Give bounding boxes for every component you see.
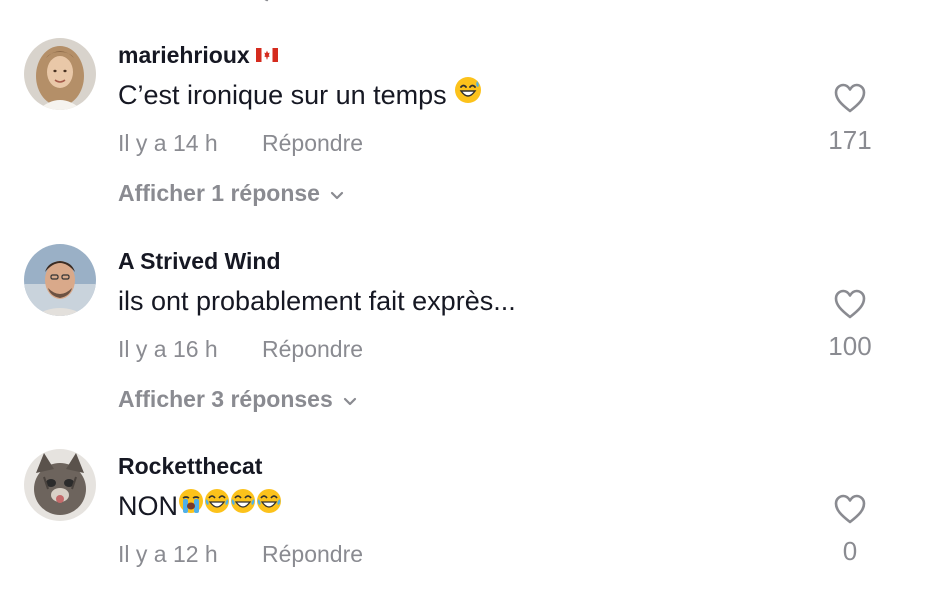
username[interactable]: mariehrioux: [118, 42, 278, 69]
tears-of-joy-emoji-icon: [256, 488, 282, 521]
like-count: 0: [842, 536, 858, 566]
sweat-smile-emoji-icon: [454, 76, 482, 111]
like-count: 100: [828, 331, 872, 361]
reply-button[interactable]: Répondre: [262, 541, 363, 568]
avatar[interactable]: [24, 449, 96, 521]
like-section: 100: [800, 288, 900, 362]
previous-content-fragment: [258, 0, 272, 2]
reply-button[interactable]: Répondre: [262, 336, 363, 363]
comment-text: ils ont probablement fait exprès...: [118, 286, 516, 316]
like-count: 171: [828, 125, 872, 155]
heart-outline-icon[interactable]: [800, 288, 900, 325]
heart-outline-icon[interactable]: [800, 82, 900, 119]
chevron-down-icon: [343, 386, 357, 413]
avatar[interactable]: [24, 38, 96, 110]
comment-text: NON: [118, 488, 282, 522]
heart-outline-icon[interactable]: [800, 493, 900, 530]
like-section: 0: [800, 493, 900, 567]
comment-text-content: NON: [118, 491, 178, 521]
username[interactable]: A Strived Wind: [118, 248, 281, 275]
comment-timestamp: Il y a 14 h: [118, 130, 218, 156]
view-replies-button[interactable]: Afficher 1 réponse: [118, 180, 344, 207]
canada-flag-icon: [255, 41, 278, 68]
like-section: 171: [800, 82, 900, 156]
comment-timestamp: Il y a 16 h: [118, 336, 218, 362]
tears-of-joy-emoji-icon: [204, 488, 230, 521]
reply-button[interactable]: Répondre: [262, 130, 363, 157]
avatar[interactable]: [24, 244, 96, 316]
view-replies-label: Afficher 3 réponses: [118, 386, 333, 412]
loudly-crying-emoji-icon: [178, 488, 204, 521]
view-replies-button[interactable]: Afficher 3 réponses: [118, 386, 357, 413]
tears-of-joy-emoji-icon: [230, 488, 256, 521]
username-text: mariehrioux: [118, 42, 250, 68]
chevron-down-icon: [330, 180, 344, 207]
view-replies-label: Afficher 1 réponse: [118, 180, 320, 206]
comment-timestamp: Il y a 12 h: [118, 541, 218, 567]
comment-text: C’est ironique sur un temps: [118, 77, 482, 111]
username[interactable]: Rocketthecat: [118, 453, 262, 480]
comment-text-content: C’est ironique sur un temps: [118, 80, 447, 110]
